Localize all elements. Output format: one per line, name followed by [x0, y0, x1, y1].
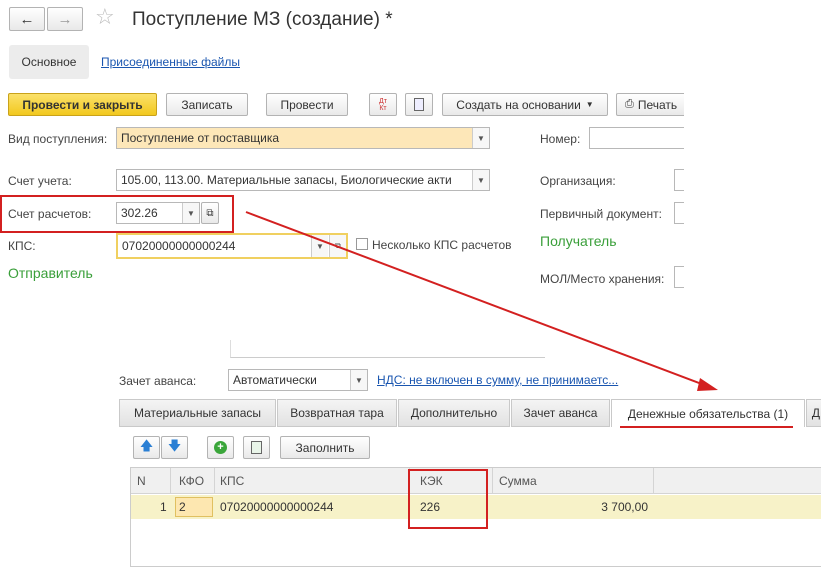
mol-storage-input-edge[interactable] [674, 266, 684, 288]
organization-input-edge[interactable] [674, 169, 684, 191]
right-panel-edge [684, 90, 821, 300]
primary-document-input-edge[interactable] [674, 202, 684, 224]
arrow-head [697, 378, 718, 391]
arrow-line [245, 211, 708, 387]
